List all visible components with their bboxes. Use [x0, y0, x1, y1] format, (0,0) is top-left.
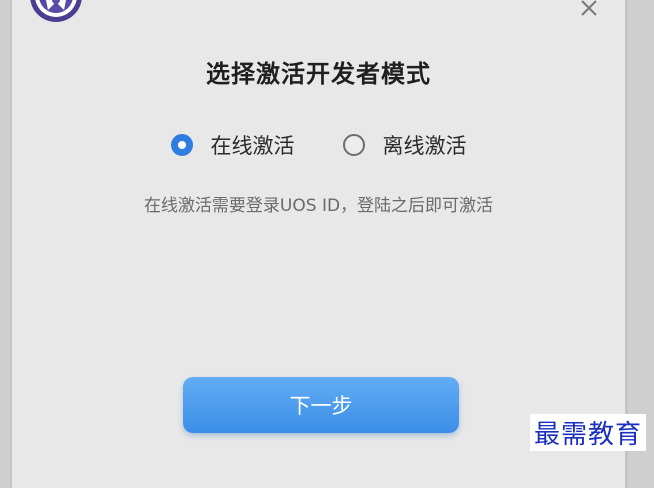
- option-label: 在线激活: [210, 134, 295, 158]
- hint-text: 在线激活需要登录UOS ID，登陆之后即可激活: [143, 196, 494, 216]
- option-offline-activation[interactable]: 离线激活: [342, 130, 467, 160]
- radio-checked-icon[interactable]: [170, 134, 193, 156]
- close-icon: [581, 0, 597, 16]
- next-button[interactable]: 下一步: [183, 377, 459, 433]
- dialog-title: 选择激活开发者模式: [206, 60, 431, 88]
- activation-mode-options: 在线激活 离线激活: [12, 130, 625, 160]
- radio-unchecked-icon[interactable]: [342, 134, 365, 156]
- close-button[interactable]: [575, 0, 603, 22]
- option-online-activation[interactable]: 在线激活: [170, 130, 295, 160]
- app-logo-icon: [30, 0, 82, 28]
- option-label: 离线激活: [382, 134, 467, 158]
- watermark: 最需教育: [529, 414, 646, 451]
